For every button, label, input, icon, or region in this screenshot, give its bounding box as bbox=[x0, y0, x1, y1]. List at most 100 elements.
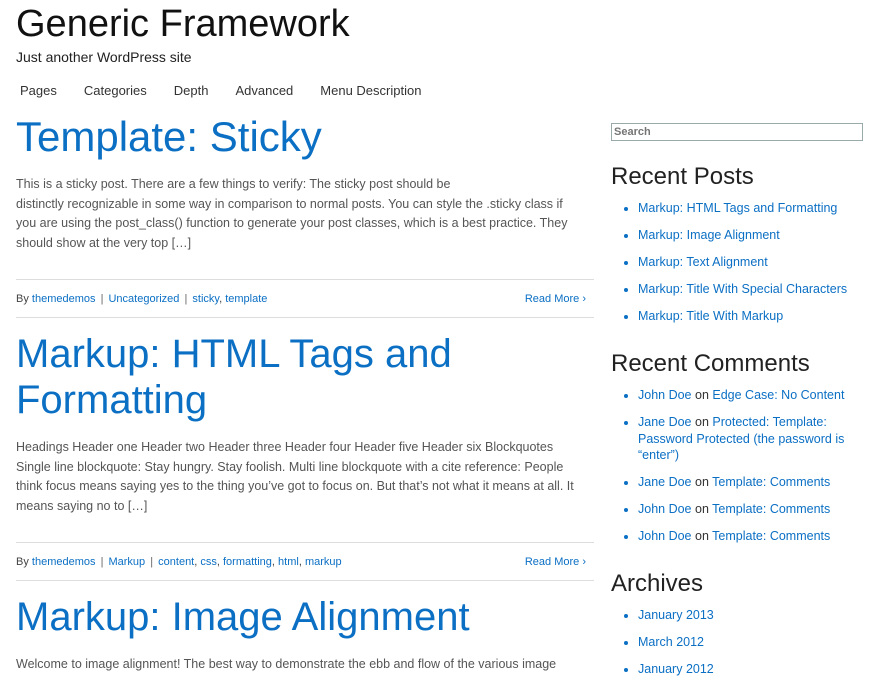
nav-item-menu-description[interactable]: Menu Description bbox=[320, 83, 421, 98]
list-item: Markup: HTML Tags and Formatting bbox=[638, 200, 863, 217]
post-meta-left: By themedemos | Markup | content, css, f… bbox=[16, 555, 342, 568]
recent-post-link[interactable]: Markup: HTML Tags and Formatting bbox=[638, 201, 837, 215]
primary-nav: Pages Categories Depth Advanced Menu Des… bbox=[20, 83, 448, 98]
by-label: By bbox=[16, 292, 29, 305]
nav-item-categories[interactable]: Categories bbox=[84, 83, 147, 98]
excerpt-line: This is a sticky post. There are a few t… bbox=[16, 177, 451, 191]
category-link[interactable]: Markup bbox=[108, 556, 145, 568]
tag-link[interactable]: content bbox=[158, 556, 194, 568]
archive-link[interactable]: January 2013 bbox=[638, 608, 714, 622]
recent-post-link[interactable]: Markup: Text Alignment bbox=[638, 255, 768, 269]
search-input[interactable] bbox=[611, 123, 863, 141]
tag-link[interactable]: sticky bbox=[192, 293, 219, 305]
post-title-link[interactable]: Template: Sticky bbox=[16, 113, 322, 160]
nav-item-advanced[interactable]: Advanced bbox=[235, 83, 293, 98]
tag-link[interactable]: formatting bbox=[223, 556, 272, 568]
excerpt-line: Single line blockquote: Stay hungry. Sta… bbox=[16, 459, 564, 474]
post-excerpt: This is a sticky post. There are a few t… bbox=[16, 175, 594, 253]
on-label: on bbox=[695, 475, 709, 489]
read-more-label: Read More bbox=[524, 555, 580, 568]
list-item: Jane Doe on Protected: Template: Passwor… bbox=[638, 414, 863, 464]
main-content: Template: Sticky This is a sticky post. … bbox=[16, 114, 594, 675]
meta-separator: | bbox=[100, 292, 104, 305]
recent-post-link[interactable]: Markup: Image Alignment bbox=[638, 228, 780, 242]
on-label: on bbox=[695, 415, 709, 429]
post-image-alignment: Markup: Image Alignment Welcome to image… bbox=[16, 594, 594, 675]
excerpt-line: means saying no to […] bbox=[16, 498, 148, 513]
post-excerpt: Headings Header one Header two Header th… bbox=[16, 438, 594, 516]
chevron-right-icon: › bbox=[582, 292, 586, 305]
comment-post-link[interactable]: Template: Comments bbox=[712, 475, 830, 489]
post-title-link[interactable]: Markup: HTML Tags and Formatting bbox=[16, 332, 452, 422]
recent-comments-list: John Doe on Edge Case: No Content Jane D… bbox=[611, 387, 863, 545]
post-title: Markup: HTML Tags and Formatting bbox=[16, 331, 594, 423]
on-label: on bbox=[695, 388, 709, 402]
comment-author-link[interactable]: John Doe bbox=[638, 388, 692, 402]
author-link[interactable]: themedemos bbox=[32, 293, 96, 305]
author-link[interactable]: themedemos bbox=[32, 556, 96, 568]
archive-link[interactable]: March 2012 bbox=[638, 635, 704, 649]
list-item: January 2012 bbox=[638, 661, 863, 678]
excerpt-line: you are using the post_class() function … bbox=[16, 216, 568, 230]
archive-link[interactable]: January 2012 bbox=[638, 662, 714, 676]
meta-separator: | bbox=[100, 555, 104, 568]
list-item: Markup: Image Alignment bbox=[638, 227, 863, 244]
category-link[interactable]: Uncategorized bbox=[108, 293, 179, 305]
archives-list: January 2013 March 2012 January 2012 bbox=[611, 607, 863, 678]
comment-post-link[interactable]: Template: Comments bbox=[712, 529, 830, 543]
title-line: Markup: HTML Tags and bbox=[16, 332, 452, 376]
on-label: on bbox=[695, 502, 709, 516]
widget-title: Recent Posts bbox=[611, 163, 754, 190]
site-description: Just another WordPress site bbox=[16, 49, 192, 65]
comment-author-link[interactable]: Jane Doe bbox=[638, 415, 692, 429]
comment-author-link[interactable]: Jane Doe bbox=[638, 475, 692, 489]
list-item: Markup: Text Alignment bbox=[638, 254, 863, 271]
post-title: Template: Sticky bbox=[16, 114, 594, 160]
recent-post-link[interactable]: Markup: Title With Special Characters bbox=[638, 282, 847, 296]
list-item: January 2013 bbox=[638, 607, 863, 624]
tag-link[interactable]: css bbox=[200, 556, 217, 568]
read-more-link[interactable]: Read More › bbox=[525, 556, 594, 568]
list-item: John Doe on Edge Case: No Content bbox=[638, 387, 863, 404]
list-item: March 2012 bbox=[638, 634, 863, 651]
chevron-right-icon: › bbox=[582, 555, 586, 568]
tag-link[interactable]: template bbox=[225, 293, 267, 305]
read-more-label: Read More bbox=[524, 292, 580, 305]
widget-recent-posts: Recent Posts Markup: HTML Tags and Forma… bbox=[611, 163, 863, 325]
list-item: Jane Doe on Template: Comments bbox=[638, 474, 863, 491]
post-title: Markup: Image Alignment bbox=[16, 594, 594, 640]
list-item: John Doe on Template: Comments bbox=[638, 501, 863, 518]
site-title[interactable]: Generic Framework bbox=[16, 2, 350, 46]
sidebar: Recent Posts Markup: HTML Tags and Forma… bbox=[611, 122, 863, 688]
list-item: John Doe on Template: Comments bbox=[638, 528, 863, 545]
nav-item-depth[interactable]: Depth bbox=[174, 83, 209, 98]
comment-post-link[interactable]: Template: Comments bbox=[712, 502, 830, 516]
tag-link[interactable]: html bbox=[278, 556, 299, 568]
post-title-link[interactable]: Markup: Image Alignment bbox=[16, 595, 470, 639]
meta-separator: | bbox=[150, 555, 154, 568]
list-item: Markup: Title With Markup bbox=[638, 308, 863, 325]
nav-item-pages[interactable]: Pages bbox=[20, 83, 57, 98]
post-sticky: Template: Sticky This is a sticky post. … bbox=[16, 114, 594, 318]
tag-link[interactable]: markup bbox=[305, 556, 342, 568]
title-line: Formatting bbox=[16, 378, 208, 422]
excerpt-line: should show at the very top […] bbox=[16, 235, 192, 250]
comment-author-link[interactable]: John Doe bbox=[638, 529, 692, 543]
on-label: on bbox=[695, 529, 709, 543]
excerpt-line: distinctly recognizable in some way in c… bbox=[16, 196, 563, 211]
excerpt-line: Headings Header one Header two Header th… bbox=[16, 440, 554, 454]
read-more-link[interactable]: Read More › bbox=[525, 293, 594, 305]
recent-post-link[interactable]: Markup: Title With Markup bbox=[638, 309, 783, 323]
widget-archives: Archives January 2013 March 2012 January… bbox=[611, 570, 863, 678]
post-meta: By themedemos | Uncategorized | sticky, … bbox=[16, 279, 594, 318]
comment-author-link[interactable]: John Doe bbox=[638, 502, 692, 516]
post-meta-left: By themedemos | Uncategorized | sticky, … bbox=[16, 292, 268, 305]
post-html-tags: Markup: HTML Tags and Formatting Headings… bbox=[16, 331, 594, 581]
list-item: Markup: Title With Special Characters bbox=[638, 281, 863, 298]
widget-title: Archives bbox=[611, 570, 704, 597]
widget-recent-comments: Recent Comments John Doe on Edge Case: N… bbox=[611, 350, 863, 545]
by-label: By bbox=[16, 555, 29, 568]
widget-title: Recent Comments bbox=[611, 350, 810, 377]
post-meta: By themedemos | Markup | content, css, f… bbox=[16, 542, 594, 581]
comment-post-link[interactable]: Edge Case: No Content bbox=[712, 388, 844, 402]
